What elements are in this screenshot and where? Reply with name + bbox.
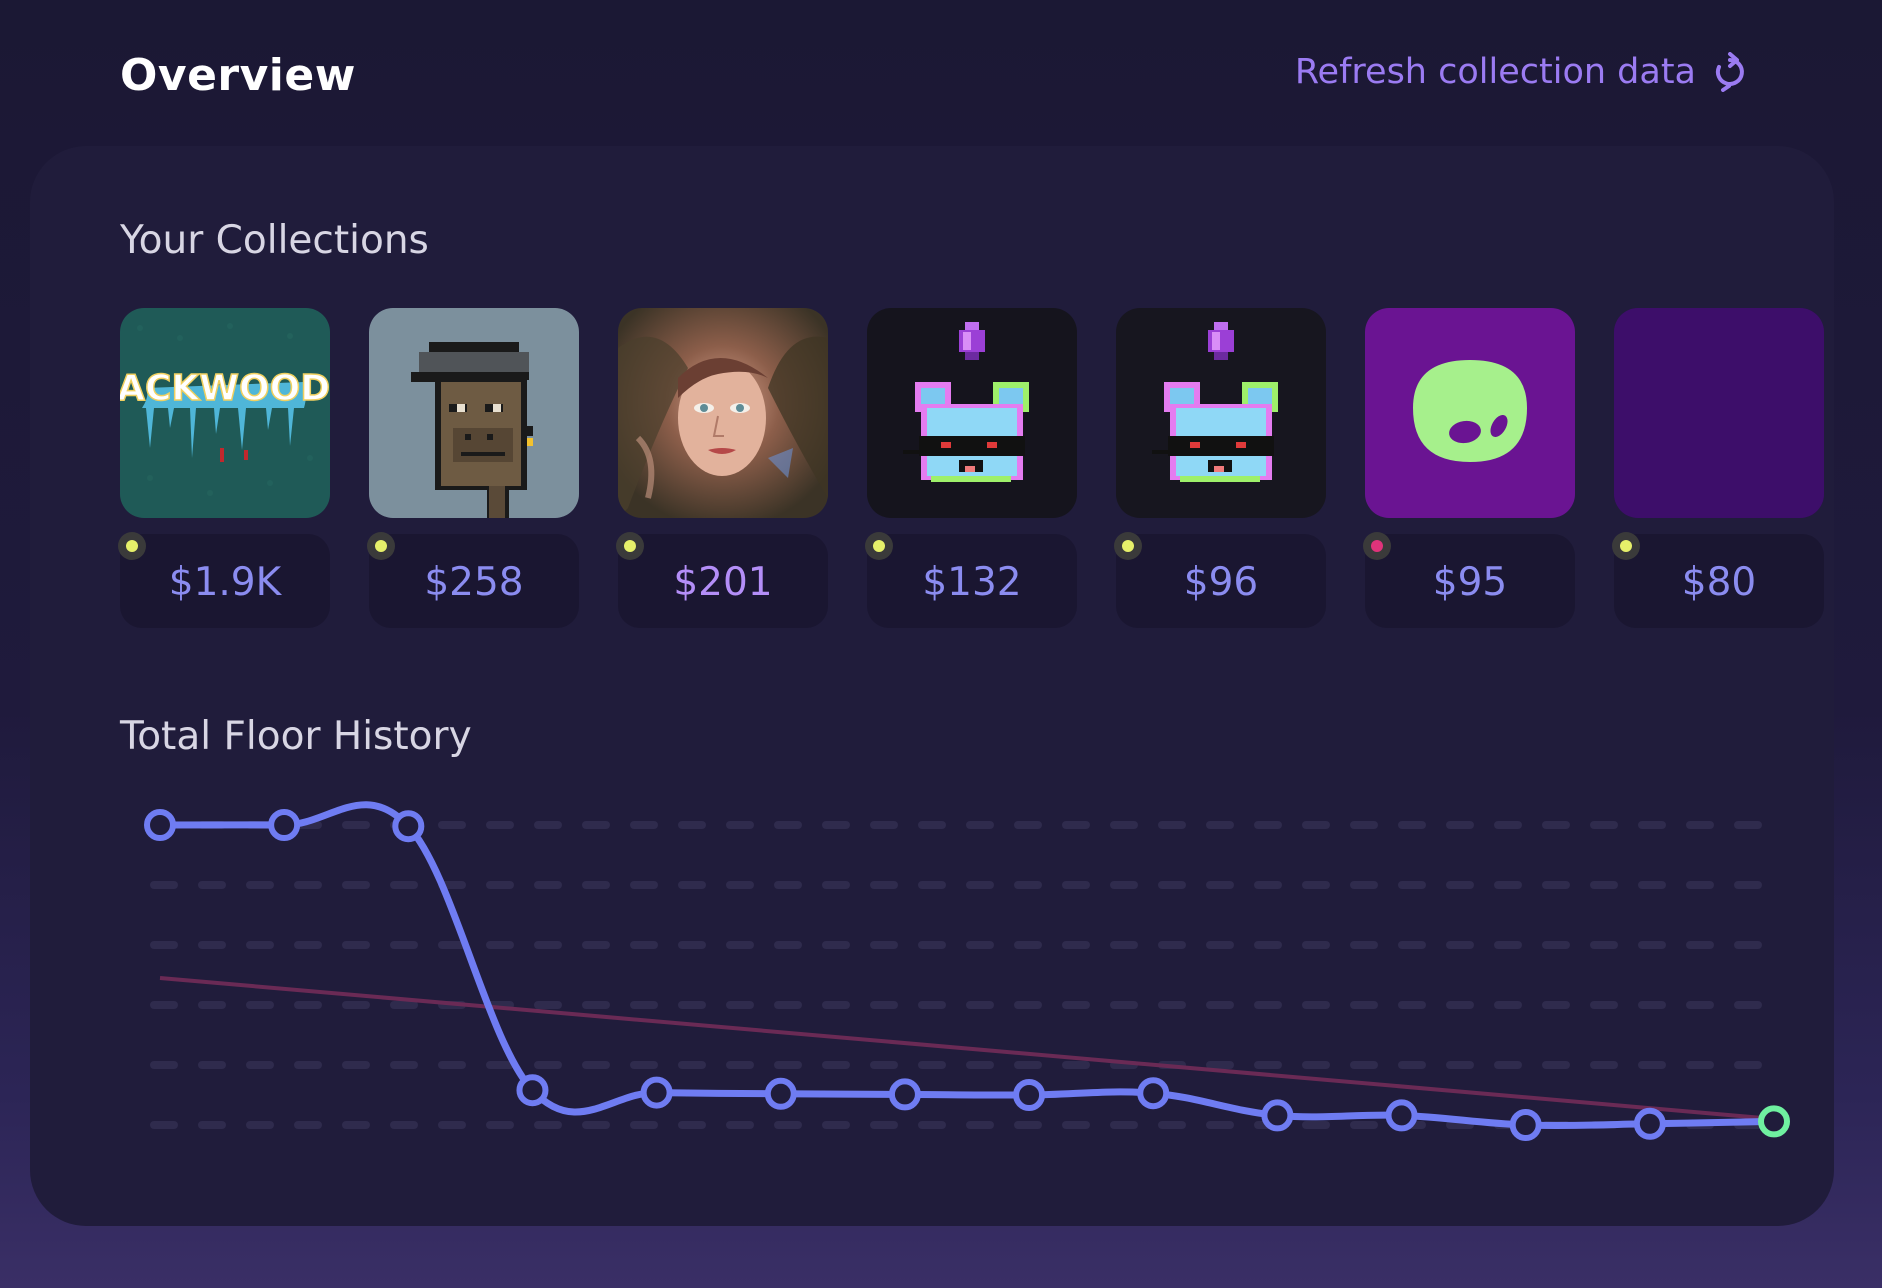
floor-price: $1.9K <box>168 560 282 605</box>
refresh-collection-button[interactable]: Refresh collection data <box>1295 52 1750 92</box>
collection-thumbnail <box>1614 308 1824 518</box>
refresh-icon <box>1715 52 1744 92</box>
status-dot-inner <box>1122 540 1134 552</box>
pixel-cat-gem-icon <box>867 308 1077 518</box>
collection-thumbnail <box>1365 308 1575 518</box>
packwoods-logo-icon: PACKWOODS <box>120 308 330 518</box>
status-dot-inner <box>126 540 138 552</box>
price-box: $1.9K <box>118 532 330 628</box>
price-box: $96 <box>1114 532 1326 628</box>
overview-header: Overview Refresh collection data <box>120 44 1750 104</box>
status-dot-inner <box>1620 540 1632 552</box>
price-box: $258 <box>367 532 579 628</box>
collection-card[interactable]: $80 <box>1612 308 1824 628</box>
painted-portrait-icon <box>618 308 828 518</box>
status-dot-inner <box>375 540 387 552</box>
status-dot <box>1363 532 1391 560</box>
collection-card[interactable]: $132 <box>865 308 1077 628</box>
price-box: $95 <box>1363 532 1575 628</box>
status-dot <box>118 532 146 560</box>
data-point[interactable] <box>144 809 176 841</box>
collection-thumbnail <box>369 308 579 518</box>
price-box: $201 <box>616 532 828 628</box>
series-line <box>156 801 1778 1130</box>
data-point[interactable] <box>1509 1109 1542 1141</box>
data-point[interactable] <box>888 1078 921 1111</box>
floor-price: $95 <box>1432 560 1508 605</box>
data-point[interactable] <box>516 1074 549 1107</box>
status-dot <box>1114 532 1142 560</box>
data-point[interactable] <box>1137 1077 1170 1110</box>
collection-thumbnail <box>867 308 1077 518</box>
collection-thumbnail: PACKWOODS <box>120 308 330 518</box>
collection-card[interactable]: $95 <box>1363 308 1575 628</box>
collections-list: PACKWOODS $1.9K <box>118 308 1824 628</box>
data-point[interactable] <box>392 810 425 843</box>
floor-price: $80 <box>1681 560 1757 605</box>
collection-card[interactable]: $201 <box>616 308 828 628</box>
purple-square-icon <box>1614 308 1824 518</box>
pixel-ape-icon <box>369 308 579 518</box>
collection-card[interactable]: PACKWOODS $1.9K <box>118 308 330 628</box>
page-title: Overview <box>120 50 356 101</box>
floor-price: $96 <box>1183 560 1259 605</box>
price-box: $132 <box>865 532 1077 628</box>
status-dot <box>1612 532 1640 560</box>
status-dot <box>616 532 644 560</box>
status-dot-inner <box>873 540 885 552</box>
collections-title: Your Collections <box>120 218 429 263</box>
status-dot <box>865 532 893 560</box>
data-point[interactable] <box>268 809 301 841</box>
latest-data-point[interactable] <box>1758 1105 1790 1138</box>
data-point[interactable] <box>1013 1079 1046 1111</box>
collection-thumbnail <box>618 308 828 518</box>
data-point[interactable] <box>764 1077 797 1110</box>
data-point[interactable] <box>640 1076 673 1109</box>
status-dot <box>367 532 395 560</box>
status-dot-inner <box>624 540 636 552</box>
collection-card[interactable]: $96 <box>1114 308 1326 628</box>
collection-card[interactable]: $258 <box>367 308 579 628</box>
status-dot-inner <box>1371 540 1383 552</box>
floor-price: $258 <box>424 560 524 605</box>
price-box: $80 <box>1612 532 1824 628</box>
svg-text:PACKWOODS: PACKWOODS <box>120 368 330 409</box>
refresh-label: Refresh collection data <box>1294 52 1696 92</box>
floor-history-svg <box>144 801 1790 1141</box>
floor-history-title: Total Floor History <box>120 714 472 759</box>
data-point[interactable] <box>1385 1099 1418 1132</box>
data-point[interactable] <box>1633 1107 1666 1140</box>
data-point[interactable] <box>1261 1099 1294 1132</box>
alien-head-icon <box>1365 308 1575 518</box>
floor-price: $132 <box>922 560 1022 605</box>
floor-price: $201 <box>673 560 773 605</box>
pixel-cat-gem-icon <box>1116 308 1326 518</box>
overview-card: Your Collections PACKWOODS <box>30 146 1834 1226</box>
collection-thumbnail <box>1116 308 1326 518</box>
floor-history-chart <box>120 786 1800 1226</box>
